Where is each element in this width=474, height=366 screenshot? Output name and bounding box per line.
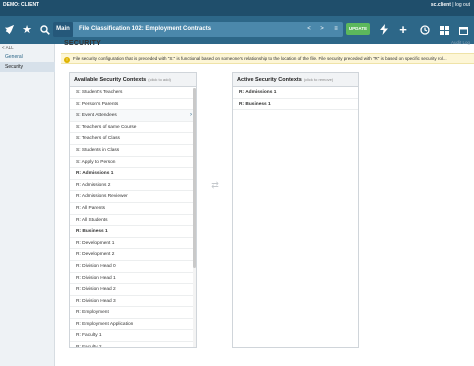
top-bar: DEMO: CLIENT sc.client | log out — [0, 0, 474, 16]
update-button[interactable]: UPDATE — [346, 23, 370, 35]
available-context-label: R: Division Head 1 — [76, 275, 116, 281]
available-context-item[interactable]: R: Admissions 2 — [70, 180, 196, 192]
sidebar-item-general[interactable]: General — [0, 52, 55, 62]
available-context-label: R: Admissions 1 — [76, 171, 114, 177]
list-view-button[interactable]: ≡ — [330, 22, 342, 37]
available-context-label: R: Employment — [76, 310, 109, 316]
available-context-label: R: Division Head 0 — [76, 263, 116, 269]
chevron-right-icon: › — [190, 112, 192, 119]
available-context-item[interactable]: S: Person's Parents — [70, 99, 196, 111]
available-context-label: S: Teachers of Class — [76, 136, 120, 142]
available-context-item[interactable]: S: Student's Teachers — [70, 87, 196, 99]
context-bar: File Classification 102: Employment Cont… — [73, 22, 343, 37]
available-context-label: R: Faculty 2 — [76, 345, 102, 348]
available-context-label: R: Admissions Reviewer — [76, 194, 128, 200]
available-context-label: S: Event Attendees — [76, 113, 117, 119]
available-context-item[interactable]: R: All Parents — [70, 203, 196, 215]
available-context-label: S: Teachers of same Course — [76, 124, 137, 130]
sidebar: < ALL General Security — [0, 44, 55, 366]
available-context-item[interactable]: R: Faculty 2 — [70, 342, 196, 348]
available-context-item[interactable]: R: Employment — [70, 307, 196, 319]
available-context-item[interactable]: R: Employment Application — [70, 319, 196, 331]
active-contexts-header: Active Security Contexts (click to remove… — [233, 73, 358, 87]
star-icon[interactable]: ★ — [18, 16, 36, 44]
available-context-label: R: All Parents — [76, 205, 106, 211]
available-context-label: R: Admissions 2 — [76, 182, 111, 188]
lightning-icon[interactable] — [375, 16, 393, 44]
available-context-item[interactable]: S: Students in Class — [70, 145, 196, 157]
client-name: DEMO: CLIENT — [3, 2, 40, 8]
available-contexts-header: Available Security Contexts (click to add… — [70, 73, 196, 87]
active-context-label: R: Business 1 — [239, 101, 271, 107]
available-context-label: R: Business 1 — [76, 229, 108, 235]
active-context-label: R: Admissions 1 — [239, 90, 277, 95]
prev-record-button[interactable]: < — [303, 22, 315, 37]
available-context-item[interactable]: S: Apply to Person — [70, 157, 196, 169]
audit-log-link[interactable]: Audit Log — [451, 40, 470, 45]
available-context-label: R: Division Head 3 — [76, 298, 116, 304]
context-title: File Classification 102: Employment Cont… — [79, 26, 212, 32]
available-context-item[interactable]: R: Division Head 2 — [70, 284, 196, 296]
available-context-label: R: Development 2 — [76, 252, 115, 258]
available-context-item[interactable]: R: Division Head 1 — [70, 273, 196, 285]
available-contexts-list: S: Student's Teachers S: Person's Parents… — [70, 87, 196, 348]
page-title: SECURITY — [64, 40, 101, 47]
available-context-label: S: Students in Class — [76, 147, 120, 153]
available-context-label: S: Person's Parents — [76, 101, 119, 107]
available-context-item[interactable]: R: Admissions Reviewer — [70, 191, 196, 203]
scrollbar-thumb[interactable] — [193, 88, 196, 268]
active-contexts-panel: Active Security Contexts (click to remove… — [232, 72, 359, 348]
search-icon[interactable] — [36, 16, 54, 44]
available-context-item[interactable]: R: Business 1 — [70, 226, 196, 238]
active-context-item[interactable]: R: Business 1 — [233, 99, 358, 111]
available-context-item[interactable]: R: Division Head 3 — [70, 296, 196, 308]
history-icon[interactable] — [416, 16, 434, 44]
available-context-label: R: Employment Application — [76, 321, 134, 327]
info-banner: ! File security configuration that is pre… — [61, 53, 474, 64]
transfer-arrows-icon: ⇄ — [211, 180, 219, 190]
logout-link[interactable]: log out — [455, 2, 470, 8]
rocket-icon[interactable] — [0, 16, 18, 44]
info-icon: ! — [64, 57, 70, 63]
available-context-item[interactable]: S: Teachers of same Course — [70, 122, 196, 134]
next-record-button[interactable]: > — [316, 22, 328, 37]
available-context-item[interactable]: R: All Students — [70, 215, 196, 227]
available-contexts-hint: (click to add) — [148, 77, 171, 82]
available-context-label: R: Division Head 2 — [76, 287, 116, 293]
available-context-item[interactable]: R: Development 2 — [70, 249, 196, 261]
sidebar-item-security[interactable]: Security — [0, 62, 55, 72]
available-context-item[interactable]: S: Event Attendees › — [70, 110, 196, 122]
available-context-label: R: Development 1 — [76, 240, 115, 246]
main-button[interactable]: Main — [53, 22, 73, 37]
active-contexts-list: R: Admissions 1 R: Business 1 — [233, 87, 358, 111]
plus-icon[interactable]: + — [394, 16, 412, 44]
active-contexts-title: Active Security Contexts — [237, 77, 302, 83]
available-context-item[interactable]: R: Division Head 0 — [70, 261, 196, 273]
available-context-item[interactable]: R: Development 1 — [70, 238, 196, 250]
sidebar-all-link[interactable]: < ALL — [2, 45, 14, 50]
available-contexts-title: Available Security Contexts — [74, 77, 147, 83]
available-context-label: S: Student's Teachers — [76, 90, 123, 95]
active-contexts-hint: (click to remove) — [303, 77, 334, 82]
active-context-item[interactable]: R: Admissions 1 — [233, 87, 358, 99]
available-context-item[interactable]: R: Admissions 1 — [70, 168, 196, 180]
user-name: sc.client — [430, 2, 451, 8]
info-text: File security configuration that is prec… — [73, 56, 447, 61]
available-contexts-panel: Available Security Contexts (click to add… — [69, 72, 197, 348]
available-context-label: S: Apply to Person — [76, 159, 116, 165]
available-context-item[interactable]: S: Teachers of Class — [70, 133, 196, 145]
user-info: sc.client | log out — [430, 2, 470, 8]
available-context-label: R: Faculty 1 — [76, 333, 102, 339]
available-context-label: R: All Students — [76, 217, 108, 223]
available-context-item[interactable]: R: Faculty 1 — [70, 330, 196, 343]
